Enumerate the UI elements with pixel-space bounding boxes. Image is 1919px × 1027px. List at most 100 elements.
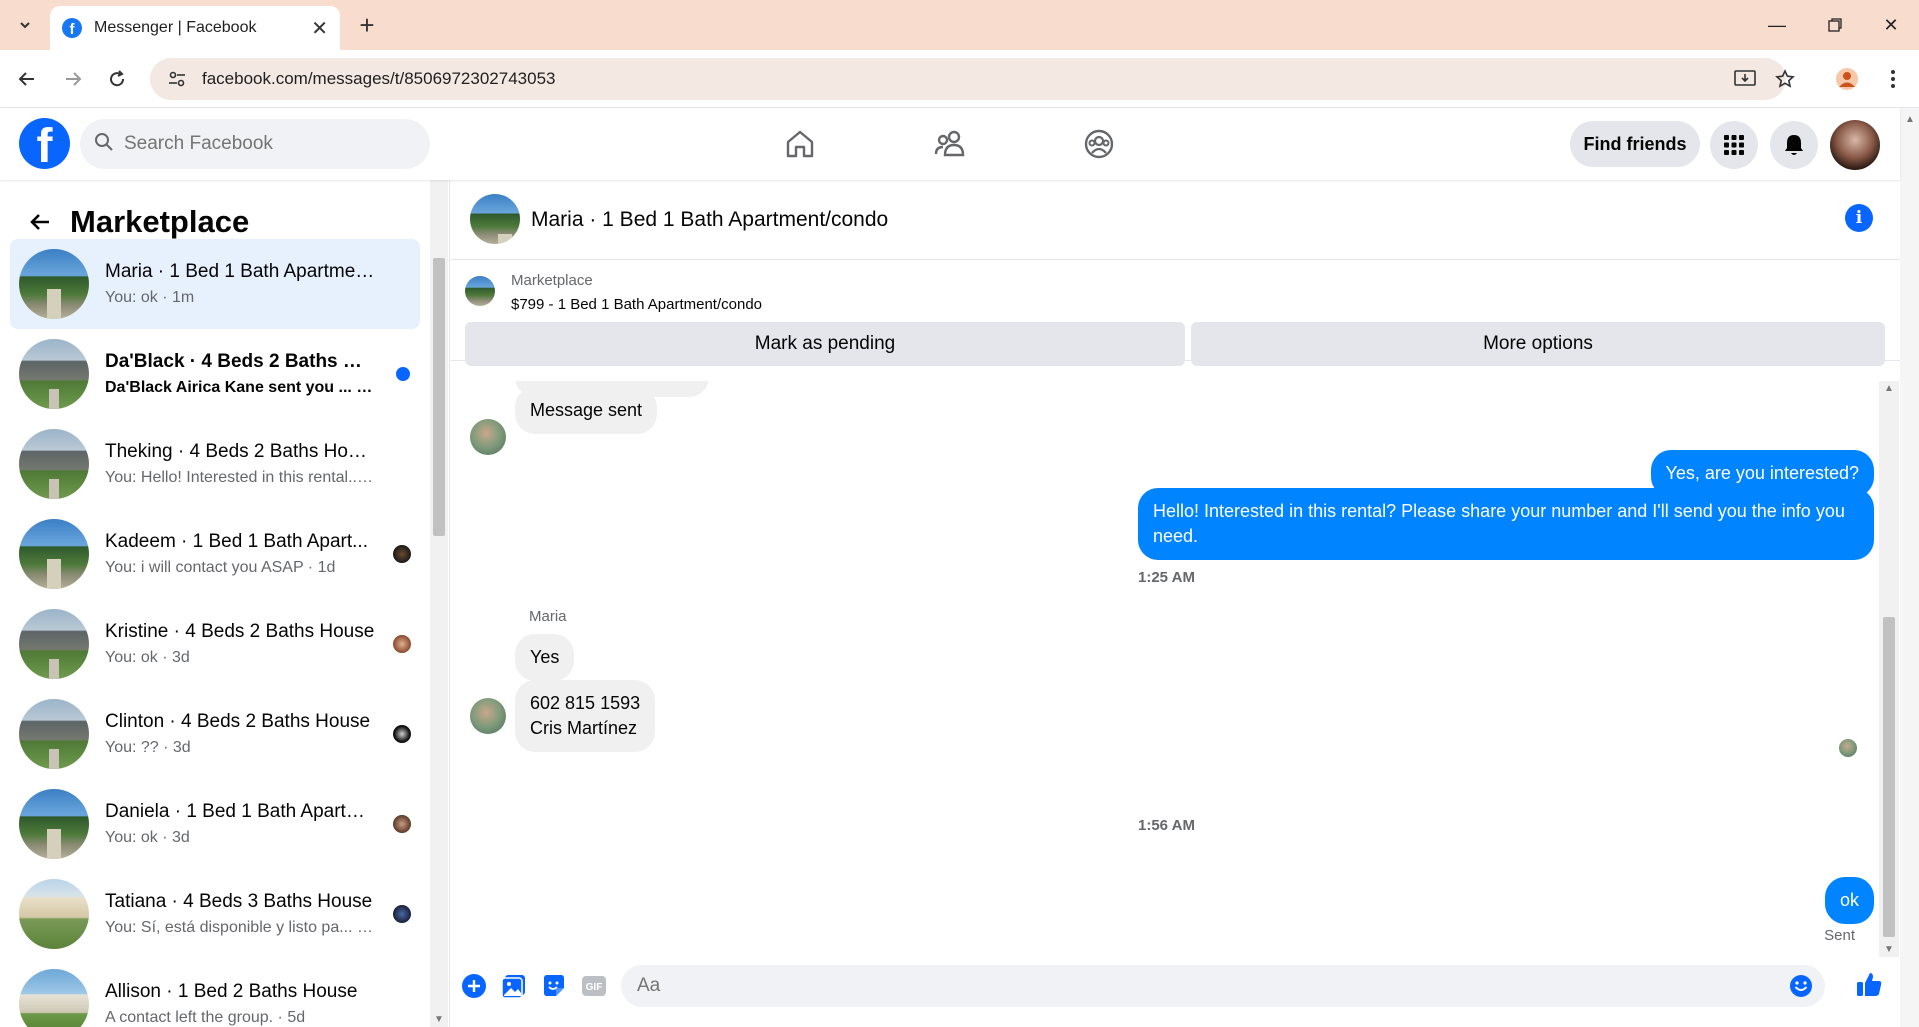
new-tab-icon[interactable]: + (352, 10, 382, 40)
more-options-button[interactable]: More options (1191, 322, 1885, 366)
facebook-search-box[interactable] (80, 119, 430, 169)
search-icon (94, 132, 114, 157)
conversation-name: Allison · 1 Bed 2 Baths House (105, 981, 358, 1002)
chat-scrollbar-thumb[interactable] (1883, 617, 1895, 937)
message-bubble-outgoing: ok (1824, 877, 1874, 924)
listing-thumbnail (19, 609, 89, 679)
seen-avatar (393, 905, 411, 923)
mark-as-pending-button[interactable]: Mark as pending (465, 322, 1185, 366)
window-close-icon[interactable]: ✕ (1862, 0, 1919, 50)
conversation-name: Kristine · 4 Beds 2 Baths House (105, 621, 375, 642)
message-input[interactable] (637, 975, 1737, 997)
conversation-preview: You: ok · 3d (105, 829, 190, 846)
groups-icon[interactable] (1077, 122, 1121, 166)
tab-title: Messenger | Facebook (94, 19, 257, 36)
listing-thumbnail[interactable] (465, 276, 495, 306)
conversation-item[interactable]: Daniela · 1 Bed 1 Bath Apartm... You: ok… (10, 779, 420, 869)
conversation-list: Maria · 1 Bed 1 Bath Apartment/... You: … (10, 239, 420, 1027)
listing-thumbnail (19, 879, 89, 949)
menu-grid-icon[interactable] (1710, 121, 1758, 169)
chat-header: Maria · 1 Bed 1 Bath Apartment/condo i (451, 180, 1900, 260)
scroll-down-arrow-icon[interactable]: ▼ (1884, 944, 1894, 955)
bookmark-star-icon[interactable] (1768, 62, 1802, 96)
install-app-icon[interactable] (1728, 62, 1762, 96)
chat-title[interactable]: Maria · 1 Bed 1 Bath Apartment/condo (531, 208, 888, 232)
message-composer: GIF (451, 965, 1900, 1027)
sticker-icon[interactable] (539, 971, 569, 1001)
minimize-icon[interactable]: — (1748, 0, 1806, 50)
conversation-item[interactable]: Theking · 4 Beds 2 Baths House You: Hell… (10, 419, 420, 509)
chrome-profile-icon[interactable] (1830, 62, 1864, 96)
listing-thumbnail (19, 339, 89, 409)
chat-scrollbar[interactable]: ▲ ▼ (1879, 381, 1899, 957)
conversation-item[interactable]: Kadeem · 1 Bed 1 Bath Apart... You: i wi… (10, 509, 420, 599)
browser-tabbar: f Messenger | Facebook ✕ + — ✕ (0, 0, 1919, 50)
conversation-item[interactable]: Clinton · 4 Beds 2 Baths House You: ?? ·… (10, 689, 420, 779)
conversation-item[interactable]: Kristine · 4 Beds 2 Baths House You: ok … (10, 599, 420, 689)
find-friends-button[interactable]: Find friends (1570, 121, 1700, 167)
seen-avatar (393, 815, 411, 833)
sender-avatar[interactable] (470, 419, 506, 455)
message-bubble-incoming: Message sent (515, 387, 658, 434)
scroll-up-arrow-icon[interactable]: ▲ (1905, 114, 1915, 125)
listing-thumbnail (19, 699, 89, 769)
back-icon[interactable] (10, 62, 44, 96)
emoji-icon[interactable] (1789, 974, 1813, 1003)
message-bubble-incoming: 602 815 1593 Cris Martínez (515, 680, 656, 752)
conversation-name: Da'Black · 4 Beds 2 Baths House (105, 351, 375, 372)
svg-text:GIF: GIF (586, 982, 603, 993)
chrome-menu-icon[interactable] (1876, 62, 1910, 96)
listing-thumbnail (19, 519, 89, 589)
facebook-logo-icon[interactable]: f (19, 118, 70, 169)
listing-thumbnail (19, 429, 89, 499)
message-line: Cris Martínez (530, 718, 638, 738)
conversation-name: Kadeem · 1 Bed 1 Bath Apart... (105, 531, 368, 552)
page-scrollbar[interactable]: ▲ (1900, 108, 1919, 1027)
sender-avatar[interactable] (470, 698, 506, 734)
listing-label: Marketplace (511, 272, 593, 289)
listing-title[interactable]: $799 - 1 Bed 1 Bath Apartment/condo (511, 296, 762, 313)
conversation-preview: Da'Black Airica Kane sent you ... · 31m (105, 379, 375, 396)
add-more-icon[interactable] (459, 971, 489, 1001)
notifications-bell-icon[interactable] (1770, 121, 1818, 169)
restore-icon[interactable] (1806, 0, 1864, 50)
timestamp: 1:25 AM (1138, 569, 1195, 586)
listing-thumbnail (19, 789, 89, 859)
scroll-up-arrow-icon[interactable]: ▲ (1884, 383, 1894, 394)
sender-name: Maria (529, 608, 567, 625)
browser-tab-active[interactable]: f Messenger | Facebook ✕ (50, 6, 340, 50)
like-thumbs-up-icon[interactable] (1854, 969, 1884, 999)
back-arrow-icon[interactable] (20, 202, 60, 242)
conversation-preview: You: i will contact you ASAP · 1d (105, 559, 336, 576)
address-bar[interactable]: facebook.com/messages/t/8506972302743053 (150, 58, 1786, 100)
search-input[interactable] (124, 133, 404, 155)
conversation-preview: You: ok · 1m (105, 289, 195, 306)
gif-icon[interactable]: GIF (579, 971, 609, 1001)
message-thread: Is this still available? Message sent Ye… (451, 381, 1881, 957)
conversation-preview: You: Sí, está disponible y listo pa... ·… (105, 919, 375, 936)
attach-photo-icon[interactable] (499, 971, 529, 1001)
site-settings-icon[interactable] (166, 68, 188, 90)
sidebar-scrollbar-thumb[interactable] (433, 258, 445, 536)
conversation-item[interactable]: Allison · 1 Bed 2 Baths House A contact … (10, 959, 420, 1027)
scroll-down-arrow-icon[interactable]: ▼ (434, 1014, 444, 1025)
conversation-name: Clinton · 4 Beds 2 Baths House (105, 711, 371, 732)
message-bubble-outgoing: Hello! Interested in this rental? Please… (1138, 488, 1874, 560)
tab-search-dropdown-icon[interactable] (10, 10, 40, 40)
info-icon[interactable]: i (1845, 204, 1873, 232)
reload-icon[interactable] (100, 62, 134, 96)
conversation-item[interactable]: Tatiana · 4 Beds 3 Baths House You: Sí, … (10, 869, 420, 959)
forward-icon[interactable] (56, 62, 90, 96)
friends-icon[interactable] (928, 122, 972, 166)
listing-thumbnail (19, 969, 89, 1027)
facebook-favicon-icon: f (62, 18, 82, 38)
conversation-item[interactable]: Da'Black · 4 Beds 2 Baths House Da'Black… (10, 329, 420, 419)
profile-avatar[interactable] (1830, 120, 1880, 170)
sidebar-scrollbar[interactable]: ▼ (430, 180, 448, 1027)
chat-avatar[interactable] (470, 194, 520, 244)
browser-toolbar: facebook.com/messages/t/8506972302743053 (0, 50, 1919, 108)
message-input-box[interactable] (621, 965, 1825, 1007)
home-icon[interactable] (778, 122, 822, 166)
conversation-item[interactable]: Maria · 1 Bed 1 Bath Apartment/... You: … (10, 239, 420, 329)
tab-close-icon[interactable]: ✕ (311, 16, 328, 41)
